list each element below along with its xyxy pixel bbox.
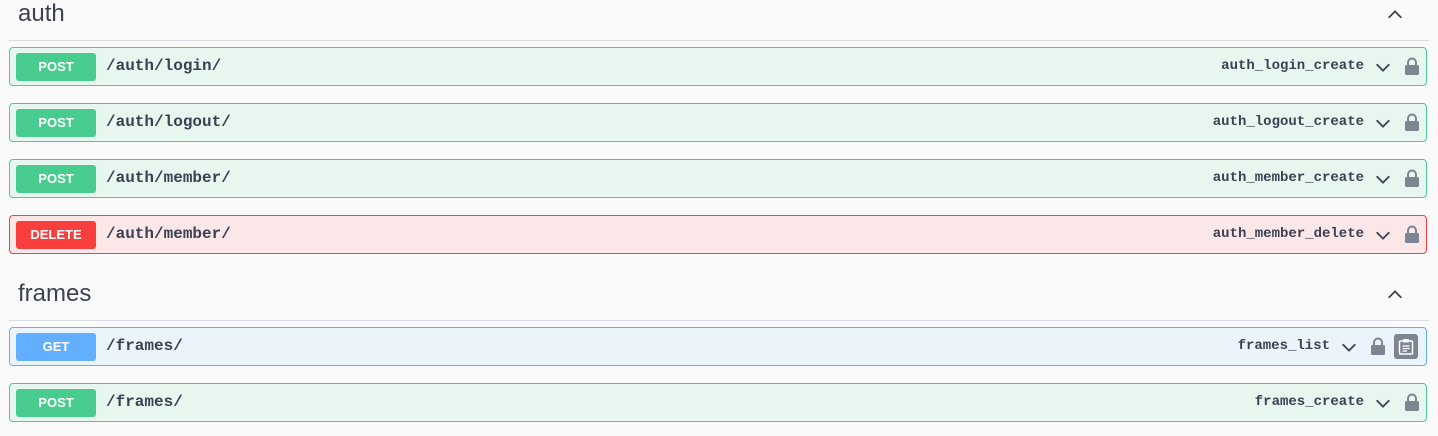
operation-id: frames_list bbox=[1237, 338, 1330, 354]
lock-icon[interactable] bbox=[1404, 225, 1420, 244]
operation-id: frames_create bbox=[1254, 394, 1364, 410]
operation-path: /auth/member/ bbox=[106, 225, 231, 243]
chevron-down-icon[interactable] bbox=[1374, 394, 1392, 412]
chevron-down-icon[interactable] bbox=[1374, 114, 1392, 132]
operation-id: auth_logout_create bbox=[1212, 114, 1364, 130]
operation-auth-member-create[interactable]: POST /auth/member/ auth_member_create bbox=[9, 159, 1427, 198]
method-badge: GET bbox=[16, 333, 96, 361]
section-title: auth bbox=[18, 0, 65, 27]
lock-icon[interactable] bbox=[1404, 113, 1420, 132]
chevron-down-icon[interactable] bbox=[1374, 226, 1392, 244]
copy-to-clipboard-button[interactable] bbox=[1394, 334, 1418, 359]
method-badge: POST bbox=[16, 389, 96, 417]
section-title: frames bbox=[18, 280, 92, 307]
operation-auth-member-delete[interactable]: DELETE /auth/member/ auth_member_delete bbox=[9, 215, 1427, 254]
operation-path: /auth/logout/ bbox=[106, 113, 231, 131]
section-divider bbox=[9, 320, 1429, 321]
operation-id: auth_member_create bbox=[1212, 170, 1364, 186]
operation-auth-login-create[interactable]: POST /auth/login/ auth_login_create bbox=[9, 47, 1427, 86]
operation-path: /frames/ bbox=[106, 393, 183, 411]
operation-path: /frames/ bbox=[106, 337, 183, 355]
operation-frames-create[interactable]: POST /frames/ frames_create bbox=[9, 383, 1427, 422]
operation-auth-logout-create[interactable]: POST /auth/logout/ auth_logout_create bbox=[9, 103, 1427, 142]
method-badge: POST bbox=[16, 165, 96, 193]
chevron-up-icon[interactable] bbox=[1386, 6, 1404, 24]
lock-icon[interactable] bbox=[1404, 57, 1420, 76]
section-divider bbox=[9, 40, 1429, 41]
lock-icon[interactable] bbox=[1404, 169, 1420, 188]
lock-icon[interactable] bbox=[1404, 393, 1420, 412]
chevron-down-icon[interactable] bbox=[1374, 58, 1392, 76]
method-badge: POST bbox=[16, 109, 96, 137]
chevron-down-icon[interactable] bbox=[1340, 338, 1358, 356]
lock-icon[interactable] bbox=[1370, 337, 1386, 356]
method-badge: POST bbox=[16, 53, 96, 81]
operation-id: auth_login_create bbox=[1221, 58, 1364, 74]
operation-path: /auth/member/ bbox=[106, 169, 231, 187]
operation-path: /auth/login/ bbox=[106, 57, 222, 75]
chevron-up-icon[interactable] bbox=[1386, 286, 1404, 304]
section-header-frames[interactable]: frames bbox=[0, 274, 1438, 314]
method-badge: DELETE bbox=[16, 221, 96, 249]
section-header-auth[interactable]: auth bbox=[0, 0, 1438, 40]
api-operations-page: auth POST /auth/login/ auth_login_create… bbox=[0, 0, 1438, 436]
operation-frames-list[interactable]: GET /frames/ frames_list bbox=[9, 327, 1427, 366]
clipboard-icon bbox=[1398, 339, 1414, 355]
operation-id: auth_member_delete bbox=[1212, 226, 1364, 242]
chevron-down-icon[interactable] bbox=[1374, 170, 1392, 188]
